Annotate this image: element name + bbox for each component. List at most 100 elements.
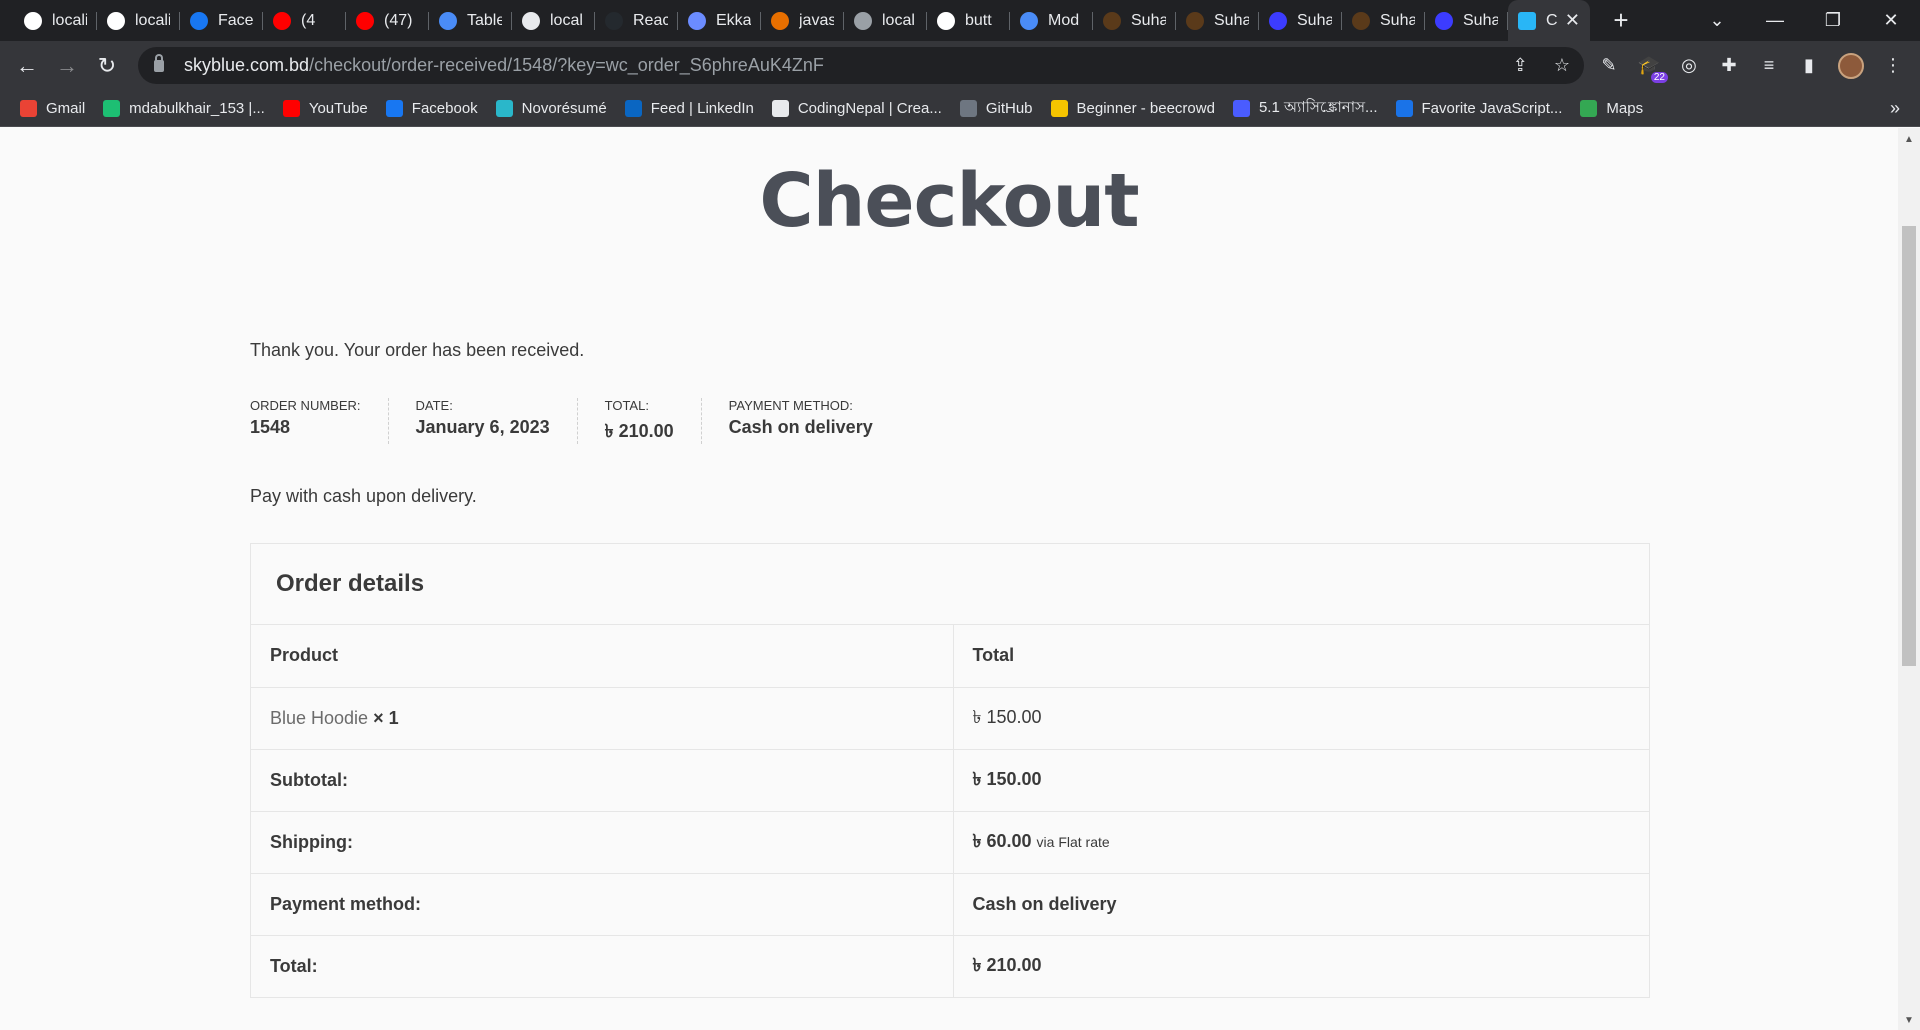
browser-tab[interactable]: javas xyxy=(761,0,844,41)
bookmark-item[interactable]: Gmail xyxy=(20,99,85,117)
address-bar[interactable]: skyblue.com.bd/checkout/order-received/1… xyxy=(138,47,1584,84)
lock-icon[interactable] xyxy=(154,53,164,72)
github-icon xyxy=(959,99,977,117)
bookmark-item[interactable]: CodingNepal | Crea... xyxy=(771,99,942,117)
scroll-down-arrow[interactable]: ▼ xyxy=(1904,1015,1914,1026)
browser-tab[interactable]: Suha xyxy=(1093,0,1176,41)
tab-title: local xyxy=(550,11,583,29)
browser-tab[interactable]: Table xyxy=(429,0,512,41)
youtube-icon xyxy=(273,11,291,30)
table-row: Payment method: Cash on delivery xyxy=(251,873,1649,936)
maximize-button[interactable]: ❐ xyxy=(1804,10,1862,31)
diamond-icon xyxy=(1020,11,1038,30)
bookmark-item[interactable]: Favorite JavaScript... xyxy=(1395,99,1562,117)
maps-icon xyxy=(1580,99,1598,117)
tab-title: butt xyxy=(965,11,992,29)
order-details-table: Product Total Blue Hoodie × 1 ৳ 150.00 S… xyxy=(251,625,1649,997)
target-extension-icon[interactable]: ◎ xyxy=(1678,55,1700,77)
bookmark-item[interactable]: GitHub xyxy=(959,99,1033,117)
bookmark-item[interactable]: Novorésumé xyxy=(495,99,607,117)
bookmark-label: Facebook xyxy=(411,99,478,117)
payment-method-value: Cash on delivery xyxy=(953,873,1649,936)
browser-tab[interactable]: Suha xyxy=(1176,0,1259,41)
scroll-up-arrow[interactable]: ▲ xyxy=(1904,134,1914,145)
minimize-button[interactable]: — xyxy=(1746,10,1804,31)
browser-tab[interactable]: (4 xyxy=(263,0,346,41)
menu-kebab-icon[interactable]: ⋮ xyxy=(1882,55,1904,77)
bookmark-item[interactable]: Feed | LinkedIn xyxy=(624,99,754,117)
browser-tab[interactable]: butt xyxy=(927,0,1010,41)
tabs-container: locali locali Facel (4 (47) Table local Reac Ekk… xyxy=(0,0,1636,41)
puzzle-icon[interactable]: ✚ xyxy=(1718,55,1740,77)
table-row: Total: ৳ 210.00 xyxy=(251,935,1649,997)
side-panel-icon[interactable]: ▮ xyxy=(1798,55,1820,77)
new-tab-button[interactable]: + xyxy=(1606,5,1636,36)
header-total: Total xyxy=(953,625,1649,688)
bookmark-item[interactable]: mdabulkhair_153 |... xyxy=(103,99,265,117)
shipping-via: via Flat rate xyxy=(1036,833,1110,850)
browser-tab[interactable]: Suha xyxy=(1425,0,1508,41)
bookmark-label: CodingNepal | Crea... xyxy=(797,99,942,117)
overview-label: Payment method: xyxy=(728,398,853,413)
tab-title: local xyxy=(882,11,915,29)
browser-tab[interactable]: (47) xyxy=(346,0,429,41)
subtotal-value: ৳ 150.00 xyxy=(953,749,1649,812)
order-details-section: Order details Product Total Blue Hoodie … xyxy=(250,543,1650,998)
browser-tab[interactable]: Suha xyxy=(1259,0,1342,41)
browser-tab[interactable]: locali xyxy=(97,0,180,41)
bookmark-item[interactable]: Facebook xyxy=(385,99,478,117)
browser-tab[interactable]: Facel xyxy=(180,0,263,41)
table-row: Subtotal: ৳ 150.00 xyxy=(251,749,1649,812)
browser-tab[interactable]: Suha xyxy=(1342,0,1425,41)
page-scrollbar[interactable]: ▲ ▼ xyxy=(1898,128,1920,1030)
pen-extension-icon[interactable]: ✎ xyxy=(1598,55,1620,77)
overview-value: January 6, 2023 xyxy=(415,417,550,437)
browser-tab[interactable]: local xyxy=(844,0,927,41)
browser-tab[interactable]: Ekka xyxy=(678,0,761,41)
vercel-icon xyxy=(107,11,125,30)
bookmark-label: Feed | LinkedIn xyxy=(650,99,754,117)
suha-icon xyxy=(1186,11,1204,30)
bookmark-star-icon[interactable]: ☆ xyxy=(1554,55,1570,76)
bookmark-item[interactable]: 5.1 অ্যাসিঙ্ক্রোনাস... xyxy=(1232,96,1378,121)
browser-tab[interactable]: Mod xyxy=(1010,0,1093,41)
active-browser-tab[interactable]: C ✕ xyxy=(1508,0,1590,41)
browser-tab[interactable]: local xyxy=(512,0,595,41)
browser-tab[interactable]: Reac xyxy=(595,0,678,41)
back-button[interactable]: ← xyxy=(7,53,47,79)
info-icon xyxy=(1395,99,1413,117)
forward-button[interactable]: → xyxy=(47,53,87,79)
product-link[interactable]: Blue Hoodie xyxy=(270,708,368,728)
tab-search-icon[interactable]: ⌄ xyxy=(1688,10,1746,31)
reload-button[interactable]: ↻ xyxy=(87,53,127,79)
tab-title: Suha xyxy=(1214,11,1249,29)
tab-title: Mod xyxy=(1048,11,1080,29)
overview-value: ৳ 210.00 xyxy=(604,421,674,441)
product-cell: Blue Hoodie × 1 xyxy=(251,687,954,750)
scroll-thumb[interactable] xyxy=(1902,226,1916,666)
tab-title: Suha xyxy=(1380,11,1415,29)
browser-tab[interactable]: locali xyxy=(14,0,97,41)
globe-icon xyxy=(854,11,872,30)
share-icon[interactable]: ⇪ xyxy=(1513,55,1528,76)
tab-title: (47) xyxy=(384,11,413,29)
bookmark-item[interactable]: Maps xyxy=(1580,99,1643,117)
tab-title: Suha xyxy=(1131,11,1166,29)
overview-payment-method: Payment method: Cash on delivery xyxy=(729,398,900,444)
subtotal-label: Subtotal: xyxy=(251,749,954,812)
shipping-value: ৳ 60.00 xyxy=(972,830,1032,851)
media-control-icon[interactable]: ≡ xyxy=(1758,55,1780,77)
facebook-icon xyxy=(385,99,403,117)
bookmark-item[interactable]: YouTube xyxy=(282,99,368,117)
page-title: Checkout xyxy=(759,158,1139,244)
product-total: ৳ 150.00 xyxy=(953,687,1649,750)
bookmark-item[interactable]: Beginner - beecrowd xyxy=(1050,99,1215,117)
close-tab-icon[interactable]: ✕ xyxy=(1565,10,1580,31)
facebook-icon xyxy=(190,11,208,30)
close-window-button[interactable]: ✕ xyxy=(1862,10,1920,31)
github-icon xyxy=(605,11,623,30)
skyblue-icon xyxy=(1518,11,1536,30)
profile-avatar[interactable] xyxy=(1838,52,1864,79)
bookmarks-overflow-icon[interactable]: » xyxy=(1890,98,1900,119)
graduation-extension-icon[interactable]: 🎓 22 xyxy=(1638,55,1668,83)
